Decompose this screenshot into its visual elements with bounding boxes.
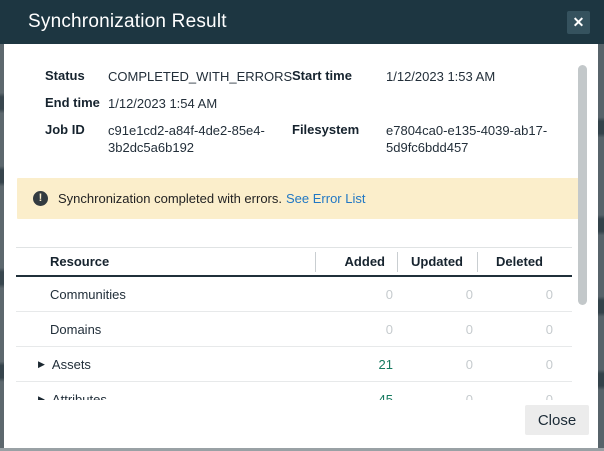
deleted-value: 0 <box>477 322 572 337</box>
modal-body: Status COMPLETED_WITH_ERRORS Start time … <box>4 44 598 448</box>
sync-result-modal: Synchronization Result ✕ Status COMPLETE… <box>0 0 604 451</box>
field-label-start-time: Start time <box>292 68 386 85</box>
expand-arrow-icon[interactable]: ▶ <box>38 394 45 401</box>
table-row[interactable]: ▶Assets2100 <box>16 347 572 382</box>
updated-value: 0 <box>397 322 477 337</box>
updated-value: 0 <box>397 392 477 401</box>
column-header-added: Added <box>315 252 397 272</box>
warning-banner: ! Synchronization completed with errors.… <box>17 178 585 219</box>
table-row[interactable]: ▶Attributes4500 <box>16 382 572 400</box>
close-icon[interactable]: ✕ <box>567 11 590 34</box>
updated-value: 0 <box>397 287 477 302</box>
vertical-scrollbar-thumb[interactable] <box>578 65 587 305</box>
summary-fields: Status COMPLETED_WITH_ERRORS Start time … <box>45 68 598 156</box>
close-button[interactable]: Close <box>525 405 589 435</box>
field-value-start-time: 1/12/2023 1:53 AM <box>386 68 582 85</box>
field-label-job-id: Job ID <box>45 122 108 156</box>
deleted-value: 0 <box>477 392 572 401</box>
field-label-status: Status <box>45 68 108 85</box>
modal-header: Synchronization Result ✕ <box>0 0 604 44</box>
alert-icon: ! <box>33 191 48 206</box>
page-background-right <box>598 44 604 451</box>
resource-label: Attributes <box>52 392 107 401</box>
resource-label: Communities <box>50 287 126 302</box>
banner-message: Synchronization completed with errors. <box>58 191 282 206</box>
column-header-resource: Resource <box>16 254 315 269</box>
table-row: Communities000 <box>16 277 572 312</box>
sync-table-body: Communities000Domains000▶Assets2100▶Attr… <box>16 277 572 400</box>
field-value-end-time: 1/12/2023 1:54 AM <box>108 95 292 112</box>
field-value-job-id: c91e1cd2-a84f-4de2-85e4-3b2dc5a6b192 <box>108 122 292 156</box>
added-value: 0 <box>315 287 397 302</box>
deleted-value: 0 <box>477 287 572 302</box>
field-value-filesystem: e7804ca0-e135-4039-ab17-5d9fc6bdd457 <box>386 122 582 156</box>
deleted-value: 0 <box>477 357 572 372</box>
field-value-status: COMPLETED_WITH_ERRORS <box>108 68 292 85</box>
added-value: 21 <box>315 357 397 372</box>
table-header-row: Resource Added Updated Deleted <box>16 248 572 277</box>
sync-result-table: Resource Added Updated Deleted Communiti… <box>16 247 572 400</box>
see-error-list-link[interactable]: See Error List <box>286 191 365 206</box>
field-label-end-time: End time <box>45 95 108 112</box>
modal-title: Synchronization Result <box>28 11 227 33</box>
field-label-filesystem: Filesystem <box>292 122 386 156</box>
updated-value: 0 <box>397 357 477 372</box>
expand-arrow-icon[interactable]: ▶ <box>38 359 45 370</box>
resource-label: Assets <box>52 357 91 372</box>
added-value: 0 <box>315 322 397 337</box>
column-header-deleted: Deleted <box>477 252 572 272</box>
column-header-updated: Updated <box>397 252 477 272</box>
resource-label: Domains <box>50 322 101 337</box>
table-row: Domains000 <box>16 312 572 347</box>
added-value: 45 <box>315 392 397 401</box>
